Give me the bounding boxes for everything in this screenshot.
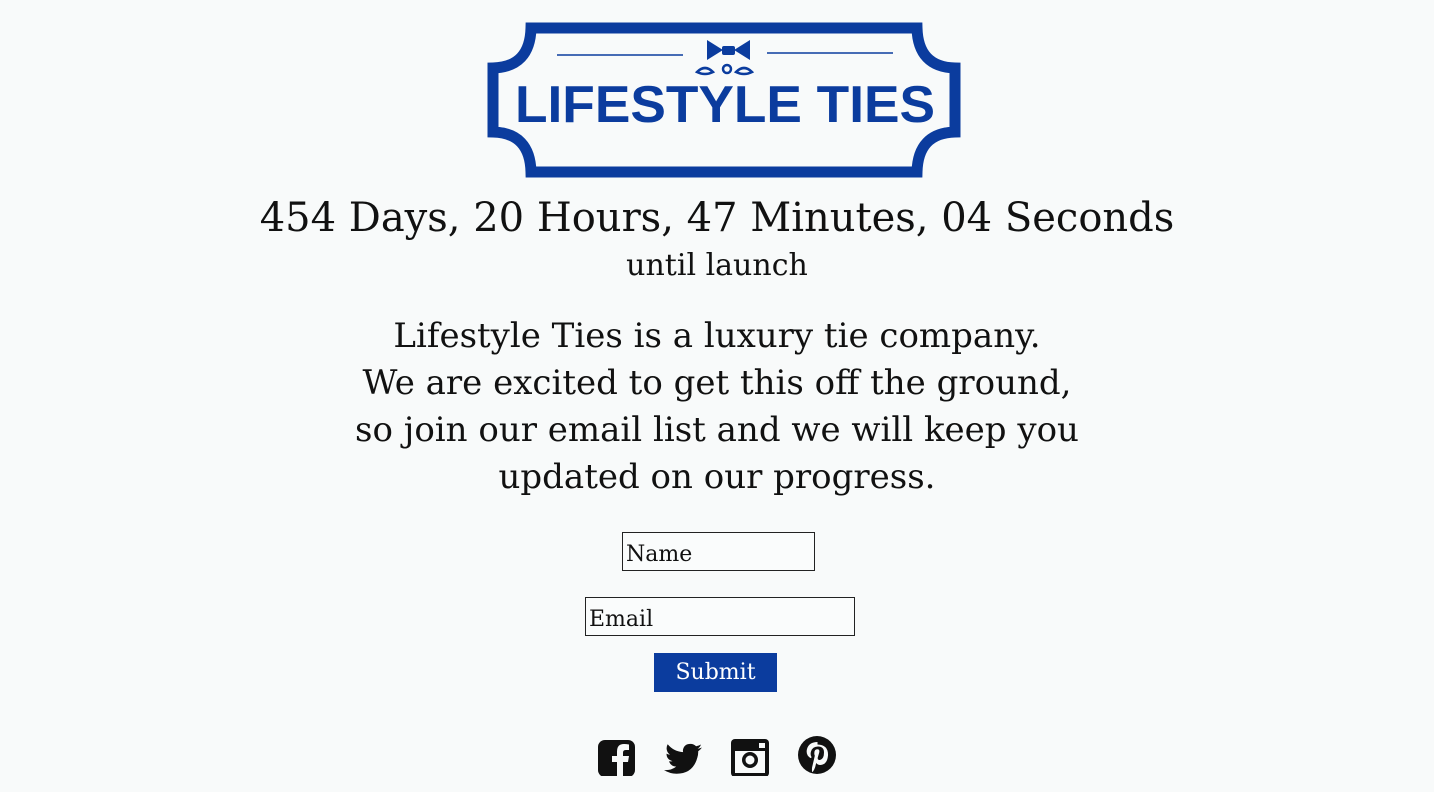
countdown-suffix: until launch [626, 248, 808, 283]
facebook-icon [598, 740, 635, 776]
brand-logo: LIFESTYLE TIES [487, 22, 963, 178]
logo-wordmark: LIFESTYLE TIES [515, 76, 935, 134]
intro-line: We are excited to get this off the groun… [362, 363, 1072, 403]
intro-line: updated on our progress. [498, 457, 936, 497]
facebook-link[interactable] [597, 736, 637, 776]
pinterest-icon [798, 736, 836, 774]
twitter-link[interactable] [663, 736, 703, 776]
logo-badge: LIFESTYLE TIES [487, 22, 961, 178]
countdown-timer: 454 Days, 20 Hours, 47 Minutes, 04 Secon… [259, 195, 1175, 241]
email-input[interactable] [585, 597, 855, 636]
name-input[interactable] [622, 532, 815, 571]
submit-button[interactable]: Submit [654, 653, 777, 692]
bowtie-icon [694, 40, 755, 76]
pinterest-link[interactable] [797, 735, 837, 775]
twitter-icon [663, 743, 702, 774]
intro-line: Lifestyle Ties is a luxury tie company. [393, 316, 1041, 356]
instagram-icon [731, 739, 769, 776]
intro-text: Lifestyle Ties is a luxury tie company. … [0, 313, 1434, 501]
instagram-link[interactable] [730, 736, 770, 776]
intro-line: so join our email list and we will keep … [355, 410, 1079, 450]
